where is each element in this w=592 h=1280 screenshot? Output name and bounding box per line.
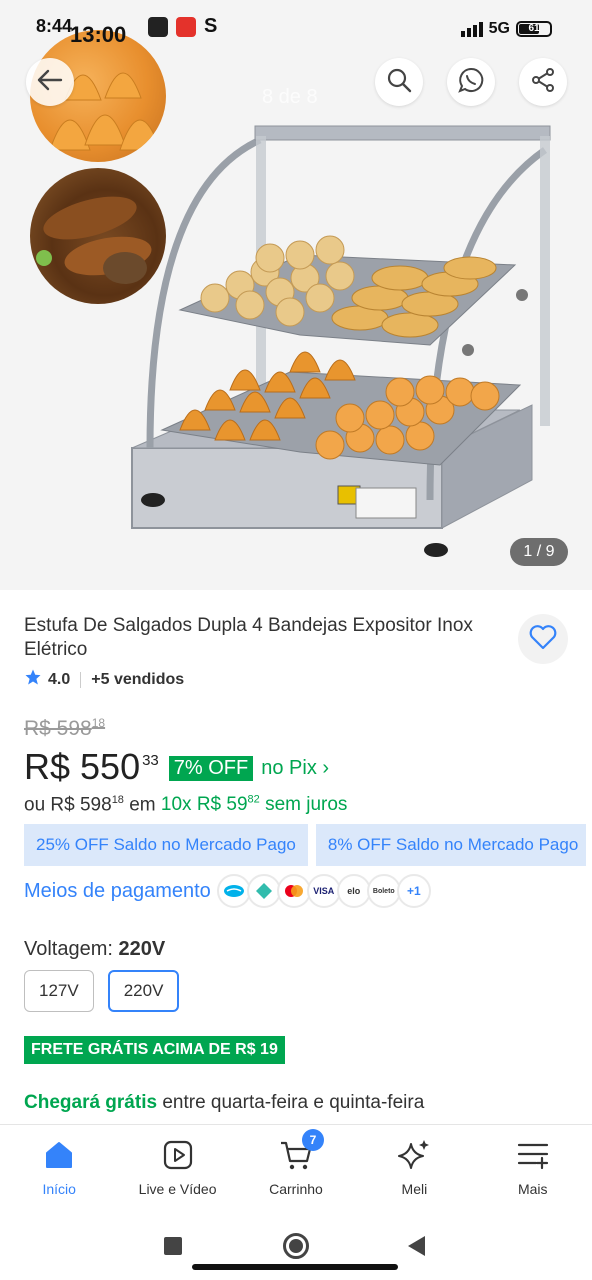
nav-item-meli[interactable]: Meli: [355, 1125, 473, 1210]
battery-icon: 61: [516, 21, 552, 37]
payment-icons: VISA elo Boleto +1: [216, 874, 431, 908]
whatsapp-share-button[interactable]: [447, 58, 495, 106]
favorite-button[interactable]: [518, 614, 568, 664]
mastercard-icon: [276, 874, 311, 908]
voltage-selected: 220V: [118, 938, 166, 960]
gesture-handle[interactable]: [192, 1264, 398, 1270]
recent-apps-button[interactable]: [164, 1237, 182, 1255]
more-payment-methods: +1: [396, 874, 431, 908]
pix-icon: [246, 874, 281, 908]
sold-count: +5 vendidos: [91, 670, 185, 688]
nav-item-carrinho[interactable]: 7 Carrinho: [237, 1125, 355, 1210]
system-back-button[interactable]: [408, 1236, 425, 1256]
delivery-highlight: Chegará grátis: [24, 1092, 158, 1113]
nav-label-carrinho: Carrinho: [269, 1181, 323, 1197]
home-icon: [41, 1137, 77, 1173]
installments-info: ou R$ 59818 em 10x R$ 5982 sem juros: [24, 794, 348, 816]
gallery-page-indicator: 8 de 8: [262, 86, 318, 108]
app-icon: [176, 16, 196, 37]
home-button[interactable]: [283, 1233, 309, 1259]
voltage-option-220v[interactable]: 220V: [107, 970, 180, 1012]
cart-icon: 7: [278, 1129, 324, 1173]
voltage-label: Voltagem: 220V: [24, 938, 166, 960]
nav-label-live-video: Live e Vídeo: [138, 1181, 217, 1197]
voltage-option-127v[interactable]: 127V: [24, 970, 94, 1012]
current-price: R$ 550: [24, 746, 141, 787]
nav-label-mais: Mais: [517, 1181, 548, 1197]
product-gallery[interactable]: 8 de 8 1 / 9: [0, 0, 592, 590]
payment-methods-link[interactable]: Meios de pagamento: [24, 880, 211, 903]
nav-item-live-video[interactable]: Live e Vídeo: [118, 1125, 236, 1210]
nav-label-inicio: Início: [42, 1181, 76, 1197]
product-title: Estufa De Salgados Dupla 4 Bandejas Expo…: [24, 615, 473, 660]
bottom-nav: Início Live e Vídeo 7 Carrinho Meli Mais: [0, 1124, 592, 1210]
boleto-icon: Boleto: [366, 874, 401, 908]
back-button[interactable]: [26, 58, 74, 106]
old-price: R$ 59818: [24, 716, 106, 740]
arrow-left-icon: [37, 69, 63, 96]
menu-icon: [515, 1137, 551, 1173]
star-icon: [24, 668, 42, 691]
network-type: 5G: [488, 20, 510, 37]
status-time: 8:44: [36, 16, 73, 36]
nav-label-meli: Meli: [401, 1181, 428, 1197]
pix-link[interactable]: no Pix ›: [261, 757, 329, 780]
rating-row[interactable]: 4.0 +5 vendidos: [24, 668, 184, 691]
cart-count-badge: 7: [301, 1129, 324, 1151]
rating-value: 4.0: [48, 670, 71, 688]
payment-methods[interactable]: Meios de pagamento VISA elo Boleto +1: [24, 874, 431, 908]
sparkle-icon: [396, 1137, 432, 1173]
whatsapp-icon: [457, 66, 485, 99]
search-button[interactable]: [375, 58, 423, 106]
installments-plan: 10x R$ 5982 sem juros: [160, 794, 348, 816]
android-navigation-bar: [0, 1210, 592, 1280]
share-button[interactable]: [519, 58, 567, 106]
promo-saldo-25[interactable]: 25% OFF Saldo no Mercado Pago: [24, 824, 308, 866]
nav-item-mais[interactable]: Mais: [474, 1125, 592, 1210]
delivery-info: Chegará grátis entre quarta-feira e quin…: [24, 1092, 424, 1114]
free-shipping-badge: FRETE GRÁTIS ACIMA DE R$ 19: [24, 1036, 285, 1064]
image-counter: 1 / 9: [510, 538, 568, 566]
old-price-cents: 18: [91, 716, 106, 730]
status-bar: 8:44 S 13:00 5G 61: [0, 0, 592, 54]
thumbnail-kibe[interactable]: [30, 168, 166, 304]
discount-badge: 7% OFF: [168, 756, 254, 781]
elo-icon: elo: [336, 874, 371, 908]
price-row: R$ 550 33 7% OFF no Pix ›: [24, 746, 329, 788]
search-icon: [386, 67, 412, 98]
signal-icon: [460, 21, 483, 37]
delivery-text: entre quarta-feira e quinta-feira: [162, 1092, 425, 1113]
share-icon: [530, 67, 556, 98]
status-time-overlay: 13:00: [70, 22, 127, 47]
app-letter-icon: S: [204, 15, 218, 37]
promo-row: 25% OFF Saldo no Mercado Pago 8% OFF Sal…: [24, 824, 586, 866]
play-icon: [160, 1137, 196, 1173]
promo-saldo-8[interactable]: 8% OFF Saldo no Mercado Pago: [315, 824, 586, 866]
mercado-pago-icon: [216, 874, 251, 908]
youtube-icon: [148, 16, 168, 37]
rating-divider: [80, 671, 82, 688]
status-right: 5G 61: [460, 20, 552, 38]
battery-level: 61: [528, 23, 540, 34]
current-price-cents: 33: [142, 752, 159, 769]
voltage-options: 127V 220V: [24, 970, 180, 1012]
heart-icon: [529, 624, 557, 655]
nav-item-inicio[interactable]: Início: [0, 1125, 118, 1210]
visa-icon: VISA: [306, 874, 341, 908]
